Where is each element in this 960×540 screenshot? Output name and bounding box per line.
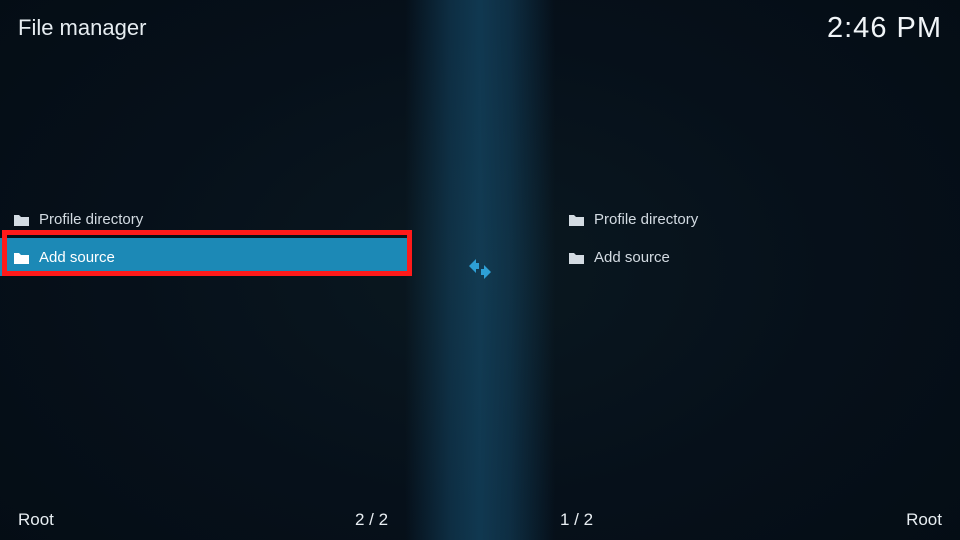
folder-icon: [569, 213, 584, 225]
page-title: File manager: [18, 15, 146, 41]
list-item-label: Profile directory: [39, 211, 143, 228]
list-item[interactable]: Profile directory: [0, 200, 410, 238]
clock: 2:46 PM: [827, 12, 942, 45]
swap-arrows-icon[interactable]: [466, 255, 494, 283]
list-item-label: Profile directory: [594, 211, 698, 228]
folder-icon: [14, 213, 29, 225]
right-item-counter: 1 / 2: [560, 510, 593, 530]
list-item-label: Add source: [594, 249, 670, 266]
left-file-panel: Profile directory Add source: [0, 200, 410, 276]
list-item[interactable]: Profile directory: [555, 200, 960, 238]
folder-icon: [14, 251, 29, 263]
right-file-panel: Profile directory Add source: [555, 200, 960, 276]
folder-icon: [569, 251, 584, 263]
right-location-label: Root: [906, 510, 942, 530]
list-item[interactable]: Add source: [555, 238, 960, 276]
footer-bar: Root 2 / 2 1 / 2 Root: [0, 500, 960, 540]
left-location-label: Root: [18, 510, 54, 530]
list-item-add-source[interactable]: Add source: [0, 238, 410, 276]
left-item-counter: 2 / 2: [355, 510, 388, 530]
list-item-label: Add source: [39, 249, 115, 266]
